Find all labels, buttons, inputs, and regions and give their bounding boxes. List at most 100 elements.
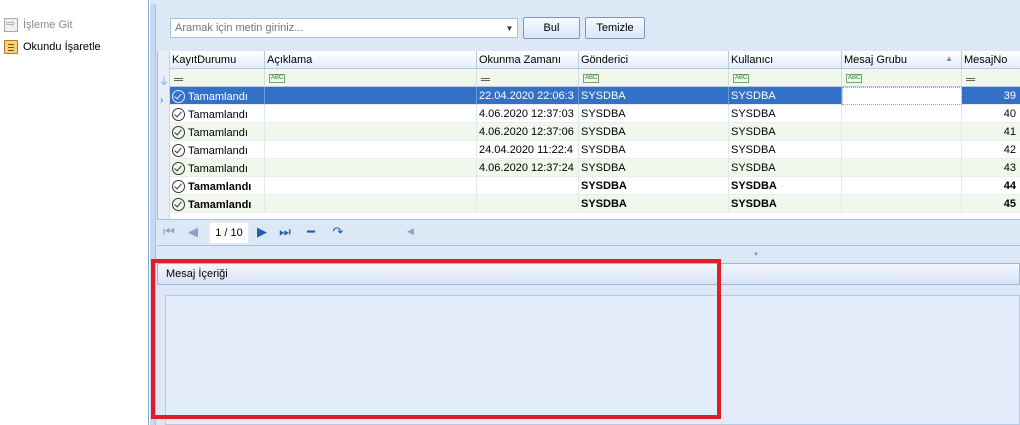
filter-cell-description[interactable]: ABC	[265, 69, 477, 87]
splitter[interactable]: ▼	[157, 245, 1020, 259]
filter-cell-message-group[interactable]: ABC	[842, 69, 962, 87]
sender-cell[interactable]: SYSDBA	[579, 141, 729, 159]
table-row[interactable]: Tamamlandı SYSDBA SYSDBA 44	[170, 177, 1020, 195]
refresh-icon[interactable]: ↷	[329, 225, 347, 241]
message-group-cell[interactable]	[842, 195, 962, 213]
goto-icon	[4, 17, 18, 32]
description-cell[interactable]	[265, 159, 477, 177]
column-header-sender[interactable]: Gönderici	[579, 51, 729, 69]
first-page-icon[interactable]: ⏮	[160, 225, 178, 241]
sender-cell[interactable]: SYSDBA	[579, 87, 729, 105]
status-cell[interactable]: Tamamlandı	[170, 195, 265, 213]
message-group-cell[interactable]	[842, 105, 962, 123]
clear-button[interactable]: Temizle	[585, 17, 645, 39]
column-header-message-group-label: Mesaj Grubu	[844, 54, 907, 66]
table-row[interactable]: Tamamlandı 24.04.2020 11:22:4 SYSDBA SYSDBA…	[170, 141, 1020, 159]
status-cell[interactable]: Tamamlandı	[170, 177, 265, 195]
filter-cell-sender[interactable]: ABC	[579, 69, 729, 87]
message-group-cell[interactable]	[842, 141, 962, 159]
column-header-description[interactable]: Açıklama	[265, 51, 477, 69]
read-time-cell[interactable]: 22.04.2020 22:06:3	[477, 87, 579, 105]
read-time-cell-text: 22.04.2020 22:06:3	[479, 90, 574, 102]
user-cell[interactable]: SYSDBA	[729, 159, 842, 177]
splitter-grip-icon: ▼	[753, 252, 759, 258]
description-cell[interactable]	[265, 105, 477, 123]
message-group-cell[interactable]	[842, 159, 962, 177]
sender-cell-text: SYSDBA	[581, 144, 626, 156]
search-input[interactable]	[170, 18, 518, 38]
read-time-cell[interactable]: 4.06.2020 12:37:24	[477, 159, 579, 177]
column-header-user[interactable]: Kullanıcı	[729, 51, 842, 69]
user-cell[interactable]: SYSDBA	[729, 195, 842, 213]
column-header-read-time[interactable]: Okunma Zamanı	[477, 51, 579, 69]
status-cell[interactable]: Tamamlandı	[170, 87, 265, 105]
last-page-icon[interactable]: ⏭	[276, 225, 294, 241]
column-header-message-no[interactable]: MesajNo	[962, 51, 1020, 69]
table-row[interactable]: Tamamlandı SYSDBA SYSDBA 45	[170, 195, 1020, 213]
description-cell[interactable]	[265, 195, 477, 213]
scroll-left-icon[interactable]: ◀	[407, 226, 414, 237]
read-time-cell[interactable]: 24.04.2020 11:22:4	[477, 141, 579, 159]
previous-page-icon[interactable]: ◀	[184, 225, 202, 241]
search-dropdown-arrow-icon[interactable]: ▼	[502, 19, 517, 37]
message-group-cell[interactable]	[842, 177, 962, 195]
message-no-cell[interactable]: 45	[962, 195, 1020, 213]
sender-cell-text: SYSDBA	[581, 162, 626, 174]
message-no-cell[interactable]: 42	[962, 141, 1020, 159]
user-cell-text: SYSDBA	[731, 180, 777, 192]
user-cell[interactable]: SYSDBA	[729, 177, 842, 195]
table-row[interactable]: Tamamlandı 4.06.2020 12:37:03 SYSDBA SYSDBA…	[170, 105, 1020, 123]
table-row[interactable]: Tamamlandı 22.04.2020 22:06:3 SYSDBA SYSDBA…	[170, 87, 1020, 105]
sender-cell-text: SYSDBA	[581, 180, 627, 192]
status-cell[interactable]: Tamamlandı	[170, 123, 265, 141]
sender-cell[interactable]: SYSDBA	[579, 159, 729, 177]
sender-cell[interactable]: SYSDBA	[579, 105, 729, 123]
sender-cell[interactable]: SYSDBA	[579, 177, 729, 195]
user-cell[interactable]: SYSDBA	[729, 141, 842, 159]
message-no-cell[interactable]: 44	[962, 177, 1020, 195]
sender-cell-text: SYSDBA	[581, 198, 627, 210]
message-no-cell[interactable]: 43	[962, 159, 1020, 177]
message-group-cell[interactable]	[842, 87, 962, 105]
read-time-cell[interactable]: 4.06.2020 12:37:03	[477, 105, 579, 123]
user-cell[interactable]: SYSDBA	[729, 87, 842, 105]
equals-filter-icon	[481, 78, 490, 79]
sender-cell[interactable]: SYSDBA	[579, 195, 729, 213]
text-filter-icon: ABC	[733, 74, 750, 83]
completed-check-icon	[172, 144, 185, 157]
filter-cell-read-time[interactable]	[477, 69, 579, 87]
table-row[interactable]: Tamamlandı 4.06.2020 12:37:24 SYSDBA SYSDBA…	[170, 159, 1020, 177]
description-cell[interactable]	[265, 177, 477, 195]
text-filter-icon: ABC	[583, 74, 600, 83]
column-header-status[interactable]: KayıtDurumu	[170, 51, 265, 69]
filter-icon[interactable]: ⏚	[159, 73, 169, 88]
read-time-cell[interactable]	[477, 177, 579, 195]
description-cell[interactable]	[265, 87, 477, 105]
user-cell[interactable]: SYSDBA	[729, 123, 842, 141]
filter-cell-message-no[interactable]	[962, 69, 1020, 87]
message-no-cell[interactable]: 41	[962, 123, 1020, 141]
read-time-cell[interactable]	[477, 195, 579, 213]
status-cell[interactable]: Tamamlandı	[170, 105, 265, 123]
remove-record-icon[interactable]: ━	[302, 225, 320, 241]
next-page-icon[interactable]: ▶	[253, 225, 271, 241]
sender-cell[interactable]: SYSDBA	[579, 123, 729, 141]
user-cell-text: SYSDBA	[731, 108, 776, 120]
message-group-cell[interactable]	[842, 123, 962, 141]
description-cell[interactable]	[265, 123, 477, 141]
message-no-cell[interactable]: 40	[962, 105, 1020, 123]
read-time-cell[interactable]: 4.06.2020 12:37:06	[477, 123, 579, 141]
message-no-cell-text: 42	[1003, 144, 1016, 156]
mark-as-read-item[interactable]: Okundu İşaretle	[4, 38, 101, 56]
description-cell[interactable]	[265, 141, 477, 159]
table-row[interactable]: Tamamlandı 4.06.2020 12:37:06 SYSDBA SYSDBA…	[170, 123, 1020, 141]
message-no-cell[interactable]: 39	[962, 87, 1020, 105]
status-cell[interactable]: Tamamlandı	[170, 141, 265, 159]
find-button[interactable]: Bul	[523, 17, 580, 39]
goto-transaction-item[interactable]: İşleme Git	[4, 16, 73, 34]
column-header-message-group[interactable]: Mesaj Grubu ▲	[842, 51, 962, 69]
filter-cell-user[interactable]: ABC	[729, 69, 842, 87]
status-cell[interactable]: Tamamlandı	[170, 159, 265, 177]
user-cell[interactable]: SYSDBA	[729, 105, 842, 123]
filter-cell-status[interactable]	[170, 69, 265, 87]
